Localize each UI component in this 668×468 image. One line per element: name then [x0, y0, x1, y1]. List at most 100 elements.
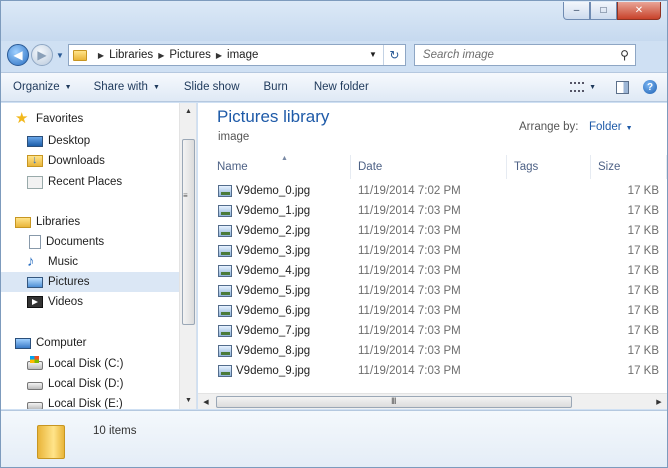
- image-file-icon: [218, 325, 232, 337]
- scroll-right-icon[interactable]: ▶: [651, 394, 667, 409]
- column-header-date[interactable]: Date: [352, 155, 507, 179]
- image-file-icon: [218, 365, 232, 377]
- arrange-by-dropdown[interactable]: Folder ▼: [589, 121, 633, 133]
- view-controls: ▼ ?: [564, 76, 667, 98]
- file-name: V9demo_2.jpg: [236, 225, 311, 237]
- scrollbar-thumb[interactable]: [182, 139, 195, 325]
- close-button[interactable]: ✕: [617, 2, 661, 20]
- file-row[interactable]: V9demo_0.jpg 11/19/2014 7:02 PM 17 KB: [198, 182, 667, 201]
- column-header-tags[interactable]: Tags: [508, 155, 591, 179]
- file-row[interactable]: V9demo_4.jpg 11/19/2014 7:03 PM 17 KB: [198, 262, 667, 281]
- breadcrumb-image[interactable]: image: [227, 49, 258, 61]
- file-row[interactable]: V9demo_8.jpg 11/19/2014 7:03 PM 17 KB: [198, 342, 667, 361]
- file-size: 17 KB: [627, 285, 659, 297]
- image-file-icon: [218, 245, 232, 257]
- nav-label: Computer: [36, 337, 87, 349]
- breadcrumb-pictures[interactable]: Pictures: [169, 49, 211, 61]
- address-history-dropdown[interactable]: ▼: [369, 50, 377, 59]
- nav-item-desktop[interactable]: Desktop: [1, 131, 179, 151]
- nav-item-libraries[interactable]: Libraries: [1, 212, 179, 232]
- chevron-right-icon[interactable]: ▶: [158, 51, 164, 60]
- recent-pages-dropdown[interactable]: ▼: [56, 51, 64, 60]
- file-list-pane: Pictures library image Arrange by: Folde…: [198, 103, 667, 409]
- share-with-button[interactable]: Share with ▼: [88, 76, 166, 98]
- folder-icon: [37, 425, 65, 459]
- file-row[interactable]: V9demo_9.jpg 11/19/2014 7:03 PM 17 KB: [198, 362, 667, 381]
- forward-button[interactable]: ▶: [31, 44, 53, 66]
- navigation-scrollbar[interactable]: ▲ ≡ ▼: [179, 103, 196, 409]
- items-count: 10 items: [93, 425, 137, 437]
- image-file-icon: [218, 305, 232, 317]
- chevron-right-icon[interactable]: ▶: [98, 51, 104, 60]
- address-bar[interactable]: ▶ Libraries ▶ Pictures ▶ image ▼ ↻: [67, 44, 406, 66]
- slide-show-button[interactable]: Slide show: [178, 76, 246, 98]
- refresh-button[interactable]: ↻: [382, 45, 405, 65]
- nav-item-disk-d[interactable]: Local Disk (D:): [1, 374, 179, 394]
- image-file-icon: [218, 285, 232, 297]
- scroll-down-icon[interactable]: ▼: [180, 392, 196, 409]
- scroll-left-icon[interactable]: ◀: [198, 394, 214, 409]
- nav-item-pictures[interactable]: Pictures: [1, 272, 179, 292]
- nav-item-documents[interactable]: Documents: [1, 232, 179, 252]
- grip-icon: ≡: [183, 191, 188, 200]
- file-date: 11/19/2014 7:03 PM: [358, 245, 461, 257]
- preview-pane-icon[interactable]: [616, 80, 629, 94]
- file-row[interactable]: V9demo_5.jpg 11/19/2014 7:03 PM 17 KB: [198, 282, 667, 301]
- nav-item-disk-c[interactable]: Local Disk (C:): [1, 354, 179, 374]
- views-icon: [570, 82, 585, 92]
- folder-icon: [72, 49, 87, 61]
- scrollbar-thumb[interactable]: III: [216, 396, 572, 408]
- back-button[interactable]: ◀: [7, 44, 29, 66]
- file-row[interactable]: V9demo_2.jpg 11/19/2014 7:03 PM 17 KB: [198, 222, 667, 241]
- search-input[interactable]: Search image ⚲: [413, 44, 636, 66]
- nav-item-favorites[interactable]: ★ Favorites: [1, 109, 179, 129]
- breadcrumb: ▶ Libraries ▶ Pictures ▶ image: [93, 49, 258, 61]
- file-name: V9demo_4.jpg: [236, 265, 311, 277]
- file-name: V9demo_8.jpg: [236, 345, 311, 357]
- nav-label: Videos: [48, 296, 83, 308]
- file-size: 17 KB: [627, 305, 659, 317]
- nav-item-recent-places[interactable]: Recent Places: [1, 172, 179, 192]
- file-name: V9demo_6.jpg: [236, 305, 311, 317]
- file-name: V9demo_5.jpg: [236, 285, 311, 297]
- maximize-button[interactable]: □: [590, 2, 617, 20]
- help-icon[interactable]: ?: [643, 80, 657, 94]
- organize-label: Organize: [13, 81, 60, 93]
- breadcrumb-libraries[interactable]: Libraries: [109, 49, 153, 61]
- nav-item-music[interactable]: ♪ Music: [1, 252, 179, 272]
- nav-item-disk-e[interactable]: Local Disk (E:): [1, 394, 179, 409]
- chevron-down-icon: ▼: [152, 83, 160, 91]
- nav-item-downloads[interactable]: Downloads: [1, 151, 179, 171]
- nav-item-computer[interactable]: Computer: [1, 333, 179, 353]
- minimize-button[interactable]: –: [563, 2, 590, 20]
- scroll-up-icon[interactable]: ▲: [180, 103, 196, 120]
- file-size: 17 KB: [627, 345, 659, 357]
- share-with-label: Share with: [93, 81, 148, 93]
- file-row[interactable]: V9demo_3.jpg 11/19/2014 7:03 PM 17 KB: [198, 242, 667, 261]
- image-file-icon: [218, 205, 232, 217]
- organize-button[interactable]: Organize ▼: [7, 76, 78, 98]
- file-row[interactable]: V9demo_7.jpg 11/19/2014 7:03 PM 17 KB: [198, 322, 667, 341]
- explorer-window: – □ ✕ ◀ ▶ ▼ ▶ Libraries ▶ Pictures ▶ ima…: [0, 0, 668, 468]
- file-row[interactable]: V9demo_1.jpg 11/19/2014 7:03 PM 17 KB: [198, 202, 667, 221]
- title-bar[interactable]: – □ ✕: [1, 1, 667, 41]
- navigation-pane: ★ Favorites Desktop Downloads Recent Plac…: [1, 103, 197, 409]
- arrange-by-label: Arrange by:: [519, 121, 579, 133]
- burn-button[interactable]: Burn: [258, 76, 294, 98]
- chevron-right-icon[interactable]: ▶: [216, 51, 222, 60]
- file-size: 17 KB: [627, 365, 659, 377]
- search-icon[interactable]: ⚲: [620, 48, 629, 62]
- file-row[interactable]: V9demo_6.jpg 11/19/2014 7:03 PM 17 KB: [198, 302, 667, 321]
- new-folder-button[interactable]: New folder: [308, 76, 375, 98]
- details-pane: 10 items: [1, 410, 667, 467]
- arrow-left-icon: ◀: [13, 48, 23, 62]
- change-view-button[interactable]: ▼: [564, 76, 602, 98]
- nav-item-videos[interactable]: Videos: [1, 292, 179, 312]
- navigation-row: ◀ ▶ ▼ ▶ Libraries ▶ Pictures ▶ image ▼ ↻…: [7, 43, 663, 67]
- column-header-size[interactable]: Size: [592, 155, 667, 179]
- desktop-icon: [27, 135, 43, 147]
- hard-disk-icon: [27, 382, 43, 390]
- horizontal-scrollbar[interactable]: ◀ III ▶: [198, 393, 667, 409]
- nav-label: Desktop: [48, 135, 91, 147]
- file-name: V9demo_1.jpg: [236, 205, 311, 217]
